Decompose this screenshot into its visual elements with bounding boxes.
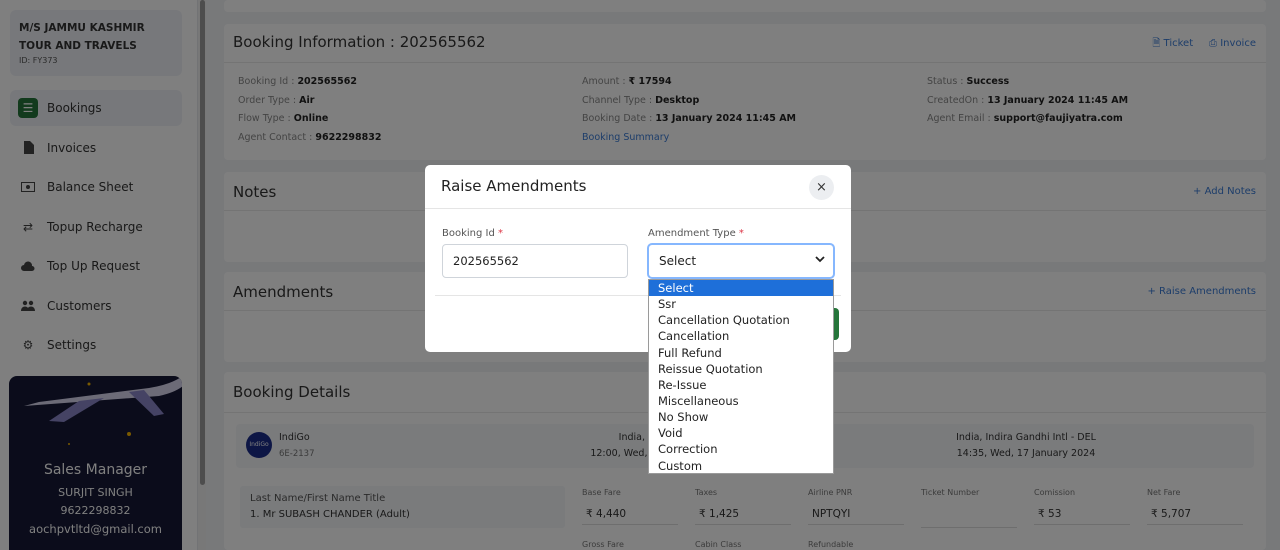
option-select[interactable]: Select: [649, 280, 833, 297]
option-cancellation-quotation[interactable]: Cancellation Quotation: [649, 312, 833, 328]
modal-title: Raise Amendments: [441, 177, 587, 195]
option-full-refund[interactable]: Full Refund: [649, 345, 833, 361]
close-icon: ×: [816, 180, 827, 195]
amendment-type-label: Amendment Type *: [648, 228, 744, 239]
option-re-issue[interactable]: Re-Issue: [649, 377, 833, 393]
option-ssr[interactable]: Ssr: [649, 296, 833, 312]
modal-header: Raise Amendments ×: [425, 165, 851, 209]
option-miscellaneous[interactable]: Miscellaneous: [649, 393, 833, 409]
option-reissue-quotation[interactable]: Reissue Quotation: [649, 361, 833, 377]
amendment-type-select[interactable]: Select: [647, 243, 835, 279]
option-correction[interactable]: Correction: [649, 441, 833, 457]
option-custom[interactable]: Custom: [649, 458, 833, 474]
option-cancellation[interactable]: Cancellation: [649, 328, 833, 344]
amendment-type-options: Select Ssr Cancellation Quotation Cancel…: [648, 279, 834, 474]
booking-id-input[interactable]: [442, 244, 628, 278]
option-no-show[interactable]: No Show: [649, 409, 833, 425]
select-value: Select: [659, 254, 697, 268]
option-void[interactable]: Void: [649, 425, 833, 441]
close-button[interactable]: ×: [809, 175, 834, 200]
booking-id-label: Booking Id *: [442, 228, 504, 239]
chevron-down-icon: [815, 253, 825, 268]
